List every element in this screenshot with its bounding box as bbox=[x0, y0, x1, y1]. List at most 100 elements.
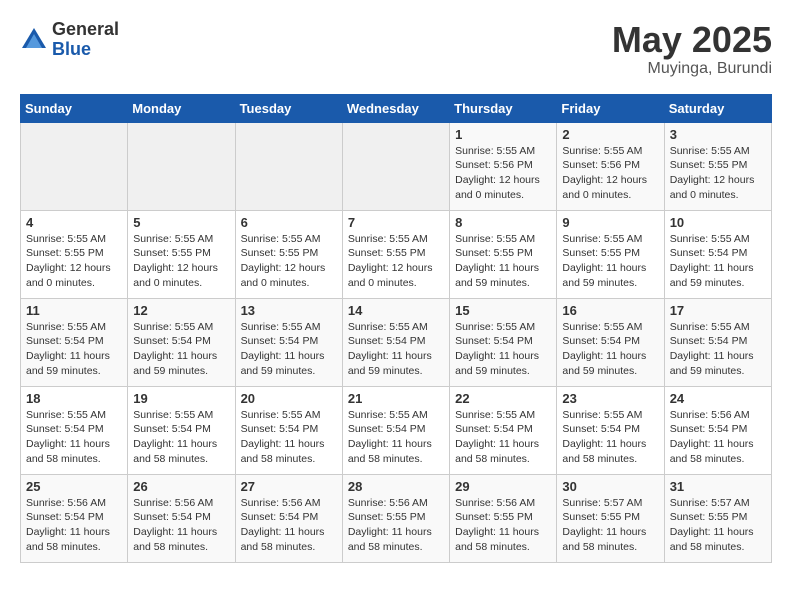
day-info: Sunrise: 5:55 AM Sunset: 5:56 PM Dayligh… bbox=[455, 144, 551, 203]
weekday-header: Saturday bbox=[664, 94, 771, 122]
calendar-cell: 28 Sunrise: 5:56 AM Sunset: 5:55 PM Dayli… bbox=[342, 474, 449, 562]
calendar-week-row: 11 Sunrise: 5:55 AM Sunset: 5:54 PM Dayli… bbox=[21, 298, 772, 386]
day-info: Sunrise: 5:55 AM Sunset: 5:55 PM Dayligh… bbox=[348, 232, 444, 291]
day-info: Sunrise: 5:56 AM Sunset: 5:54 PM Dayligh… bbox=[26, 496, 122, 555]
weekday-header: Tuesday bbox=[235, 94, 342, 122]
day-info: Sunrise: 5:55 AM Sunset: 5:54 PM Dayligh… bbox=[26, 408, 122, 467]
calendar-cell bbox=[128, 122, 235, 210]
calendar-cell: 1Sunrise: 5:55 AM Sunset: 5:56 PM Daylig… bbox=[450, 122, 557, 210]
day-number: 6 bbox=[241, 215, 337, 230]
day-number: 19 bbox=[133, 391, 229, 406]
calendar-cell: 9Sunrise: 5:55 AM Sunset: 5:55 PM Daylig… bbox=[557, 210, 664, 298]
calendar-cell: 2 Sunrise: 5:55 AM Sunset: 5:56 PM Daylig… bbox=[557, 122, 664, 210]
month-title: May 2025 bbox=[612, 20, 772, 60]
weekday-header: Wednesday bbox=[342, 94, 449, 122]
day-number: 8 bbox=[455, 215, 551, 230]
day-number: 20 bbox=[241, 391, 337, 406]
day-info: Sunrise: 5:55 AM Sunset: 5:56 PM Dayligh… bbox=[562, 144, 658, 203]
day-info: Sunrise: 5:55 AM Sunset: 5:55 PM Dayligh… bbox=[562, 232, 658, 291]
day-number: 22 bbox=[455, 391, 551, 406]
title-block: May 2025 Muyinga, Burundi bbox=[612, 20, 772, 78]
weekday-header: Monday bbox=[128, 94, 235, 122]
weekday-header: Sunday bbox=[21, 94, 128, 122]
calendar-cell: 13 Sunrise: 5:55 AM Sunset: 5:54 PM Dayli… bbox=[235, 298, 342, 386]
day-info: Sunrise: 5:55 AM Sunset: 5:54 PM Dayligh… bbox=[670, 320, 766, 379]
calendar-cell: 3 Sunrise: 5:55 AM Sunset: 5:55 PM Daylig… bbox=[664, 122, 771, 210]
day-info: Sunrise: 5:56 AM Sunset: 5:55 PM Dayligh… bbox=[348, 496, 444, 555]
day-info: Sunrise: 5:55 AM Sunset: 5:54 PM Dayligh… bbox=[562, 408, 658, 467]
day-number: 26 bbox=[133, 479, 229, 494]
day-number: 14 bbox=[348, 303, 444, 318]
day-number: 29 bbox=[455, 479, 551, 494]
calendar-cell: 18 Sunrise: 5:55 AM Sunset: 5:54 PM Dayli… bbox=[21, 386, 128, 474]
logo-blue: Blue bbox=[52, 40, 119, 60]
day-info: Sunrise: 5:55 AM Sunset: 5:55 PM Dayligh… bbox=[670, 144, 766, 203]
calendar-cell: 12 Sunrise: 5:55 AM Sunset: 5:54 PM Dayli… bbox=[128, 298, 235, 386]
calendar-week-row: 18 Sunrise: 5:55 AM Sunset: 5:54 PM Dayli… bbox=[21, 386, 772, 474]
calendar-cell: 31Sunrise: 5:57 AM Sunset: 5:55 PM Dayli… bbox=[664, 474, 771, 562]
page-header: General Blue May 2025 Muyinga, Burundi bbox=[20, 20, 772, 78]
day-number: 11 bbox=[26, 303, 122, 318]
day-number: 7 bbox=[348, 215, 444, 230]
day-number: 18 bbox=[26, 391, 122, 406]
calendar-cell bbox=[342, 122, 449, 210]
day-info: Sunrise: 5:55 AM Sunset: 5:55 PM Dayligh… bbox=[26, 232, 122, 291]
weekday-header: Friday bbox=[557, 94, 664, 122]
day-number: 15 bbox=[455, 303, 551, 318]
calendar-week-row: 25 Sunrise: 5:56 AM Sunset: 5:54 PM Dayli… bbox=[21, 474, 772, 562]
calendar-cell: 24 Sunrise: 5:56 AM Sunset: 5:54 PM Dayli… bbox=[664, 386, 771, 474]
day-info: Sunrise: 5:55 AM Sunset: 5:54 PM Dayligh… bbox=[241, 320, 337, 379]
calendar-cell: 22Sunrise: 5:55 AM Sunset: 5:54 PM Dayli… bbox=[450, 386, 557, 474]
weekday-header-row: SundayMondayTuesdayWednesdayThursdayFrid… bbox=[21, 94, 772, 122]
day-number: 24 bbox=[670, 391, 766, 406]
day-number: 25 bbox=[26, 479, 122, 494]
location: Muyinga, Burundi bbox=[612, 60, 772, 78]
day-info: Sunrise: 5:56 AM Sunset: 5:55 PM Dayligh… bbox=[455, 496, 551, 555]
calendar-cell: 5 Sunrise: 5:55 AM Sunset: 5:55 PM Daylig… bbox=[128, 210, 235, 298]
day-number: 3 bbox=[670, 127, 766, 142]
day-info: Sunrise: 5:56 AM Sunset: 5:54 PM Dayligh… bbox=[670, 408, 766, 467]
calendar-week-row: 1Sunrise: 5:55 AM Sunset: 5:56 PM Daylig… bbox=[21, 122, 772, 210]
day-info: Sunrise: 5:55 AM Sunset: 5:54 PM Dayligh… bbox=[133, 320, 229, 379]
calendar-cell: 21Sunrise: 5:55 AM Sunset: 5:54 PM Dayli… bbox=[342, 386, 449, 474]
day-info: Sunrise: 5:55 AM Sunset: 5:54 PM Dayligh… bbox=[26, 320, 122, 379]
day-info: Sunrise: 5:55 AM Sunset: 5:55 PM Dayligh… bbox=[133, 232, 229, 291]
calendar-cell: 25 Sunrise: 5:56 AM Sunset: 5:54 PM Dayli… bbox=[21, 474, 128, 562]
day-number: 12 bbox=[133, 303, 229, 318]
day-info: Sunrise: 5:55 AM Sunset: 5:54 PM Dayligh… bbox=[562, 320, 658, 379]
day-number: 16 bbox=[562, 303, 658, 318]
calendar-cell: 20 Sunrise: 5:55 AM Sunset: 5:54 PM Dayli… bbox=[235, 386, 342, 474]
day-number: 17 bbox=[670, 303, 766, 318]
day-info: Sunrise: 5:55 AM Sunset: 5:54 PM Dayligh… bbox=[348, 408, 444, 467]
day-info: Sunrise: 5:56 AM Sunset: 5:54 PM Dayligh… bbox=[133, 496, 229, 555]
calendar-cell: 15Sunrise: 5:55 AM Sunset: 5:54 PM Dayli… bbox=[450, 298, 557, 386]
day-number: 13 bbox=[241, 303, 337, 318]
day-number: 30 bbox=[562, 479, 658, 494]
calendar-cell: 8 Sunrise: 5:55 AM Sunset: 5:55 PM Daylig… bbox=[450, 210, 557, 298]
calendar-cell: 6 Sunrise: 5:55 AM Sunset: 5:55 PM Daylig… bbox=[235, 210, 342, 298]
logo: General Blue bbox=[20, 20, 119, 60]
calendar-cell: 26 Sunrise: 5:56 AM Sunset: 5:54 PM Dayli… bbox=[128, 474, 235, 562]
calendar-cell: 30Sunrise: 5:57 AM Sunset: 5:55 PM Dayli… bbox=[557, 474, 664, 562]
day-info: Sunrise: 5:55 AM Sunset: 5:54 PM Dayligh… bbox=[670, 232, 766, 291]
day-info: Sunrise: 5:55 AM Sunset: 5:55 PM Dayligh… bbox=[241, 232, 337, 291]
day-info: Sunrise: 5:55 AM Sunset: 5:54 PM Dayligh… bbox=[241, 408, 337, 467]
calendar-cell: 29 Sunrise: 5:56 AM Sunset: 5:55 PM Dayli… bbox=[450, 474, 557, 562]
calendar-cell: 11 Sunrise: 5:55 AM Sunset: 5:54 PM Dayli… bbox=[21, 298, 128, 386]
day-number: 23 bbox=[562, 391, 658, 406]
calendar-table: SundayMondayTuesdayWednesdayThursdayFrid… bbox=[20, 94, 772, 563]
calendar-cell: 19 Sunrise: 5:55 AM Sunset: 5:54 PM Dayli… bbox=[128, 386, 235, 474]
day-info: Sunrise: 5:55 AM Sunset: 5:54 PM Dayligh… bbox=[348, 320, 444, 379]
day-number: 28 bbox=[348, 479, 444, 494]
day-info: Sunrise: 5:55 AM Sunset: 5:54 PM Dayligh… bbox=[133, 408, 229, 467]
calendar-cell: 23 Sunrise: 5:55 AM Sunset: 5:54 PM Dayli… bbox=[557, 386, 664, 474]
day-info: Sunrise: 5:55 AM Sunset: 5:55 PM Dayligh… bbox=[455, 232, 551, 291]
day-number: 5 bbox=[133, 215, 229, 230]
calendar-cell: 4Sunrise: 5:55 AM Sunset: 5:55 PM Daylig… bbox=[21, 210, 128, 298]
day-number: 2 bbox=[562, 127, 658, 142]
day-number: 27 bbox=[241, 479, 337, 494]
calendar-cell: 7 Sunrise: 5:55 AM Sunset: 5:55 PM Daylig… bbox=[342, 210, 449, 298]
calendar-cell: 27Sunrise: 5:56 AM Sunset: 5:54 PM Dayli… bbox=[235, 474, 342, 562]
logo-text: General Blue bbox=[52, 20, 119, 60]
day-number: 10 bbox=[670, 215, 766, 230]
